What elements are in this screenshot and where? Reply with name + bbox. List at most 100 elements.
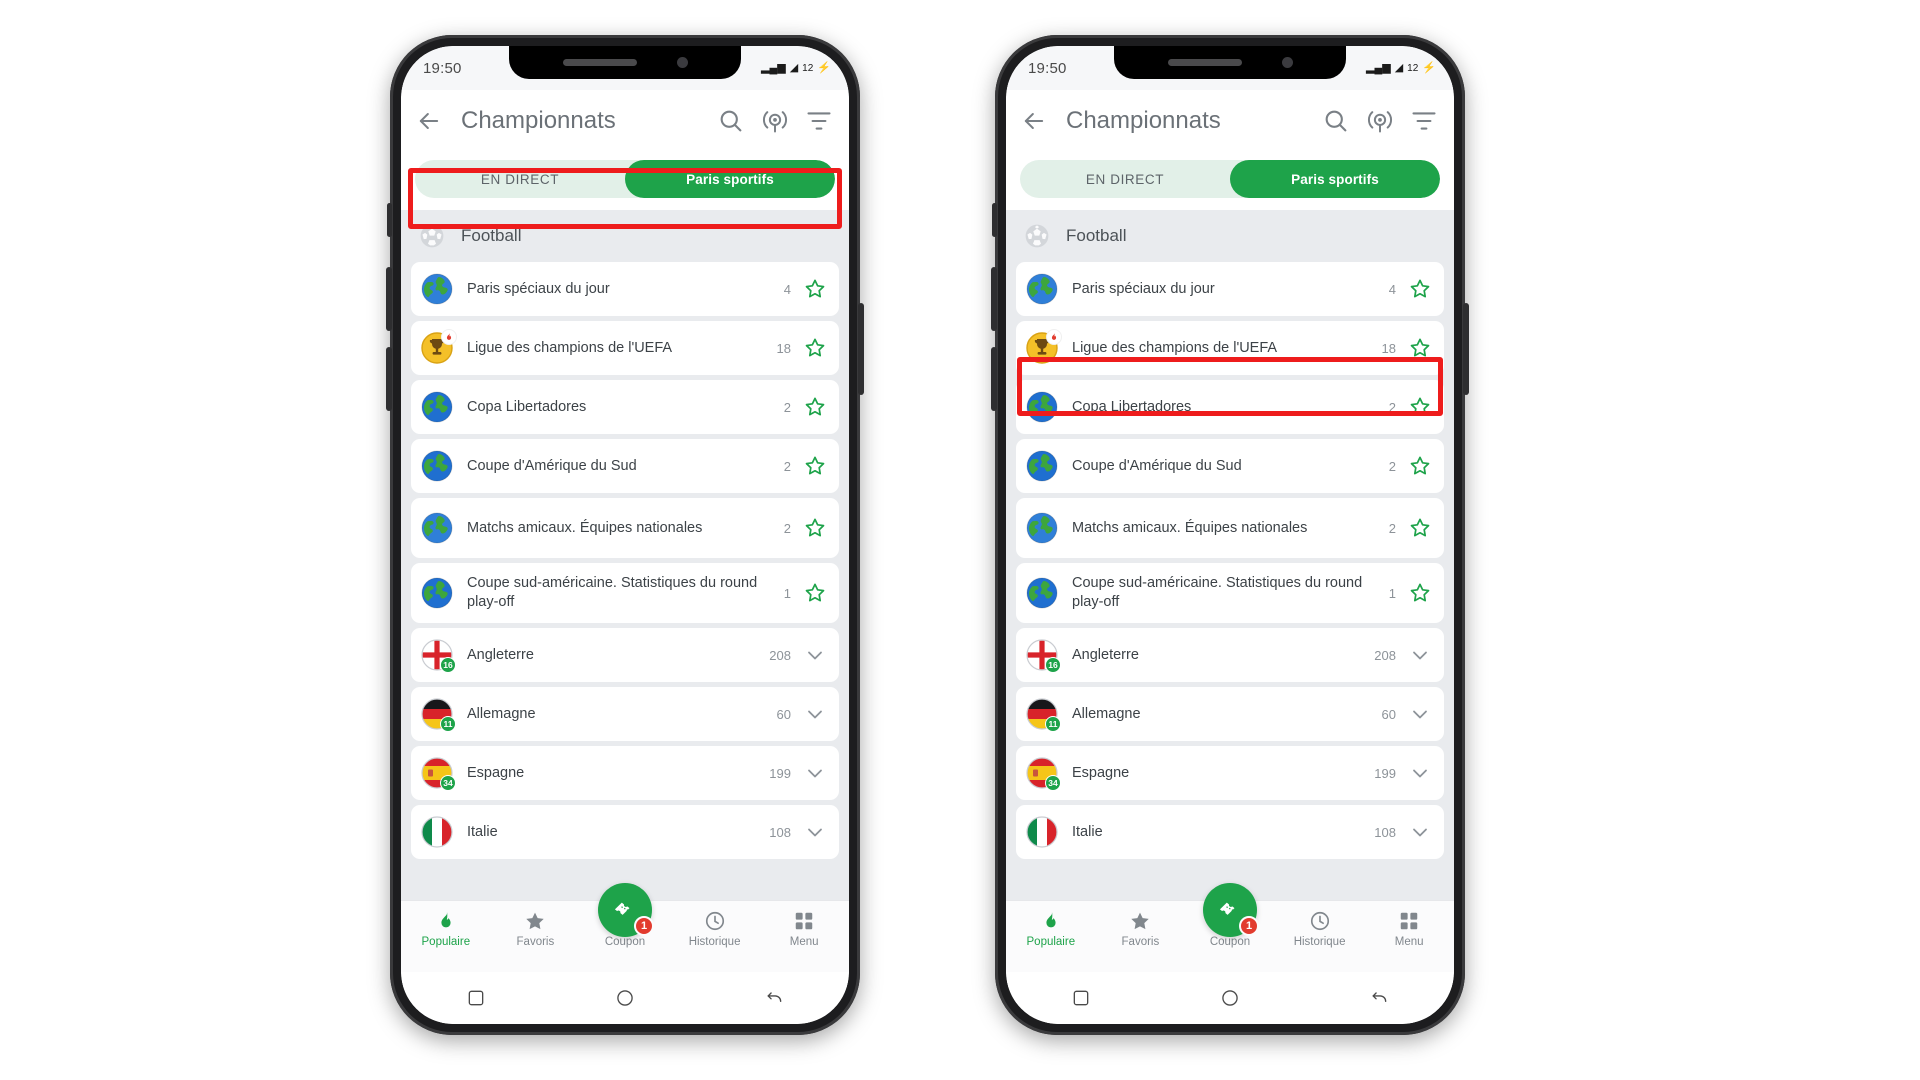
globe-icon <box>1026 512 1058 544</box>
league-row[interactable]: 11 Allemagne 60 <box>1016 687 1444 741</box>
league-row[interactable]: Matchs amicaux. Équipes nationales 2 <box>411 498 839 558</box>
league-row[interactable]: Matchs amicaux. Équipes nationales 2 <box>1016 498 1444 558</box>
nav-item-favoris[interactable]: Favoris <box>491 910 581 948</box>
chevron-down-icon[interactable] <box>803 643 827 667</box>
league-row[interactable]: 34 Espagne 199 <box>411 746 839 800</box>
mute-switch[interactable] <box>387 203 392 237</box>
android-system-bar[interactable] <box>1006 972 1454 1024</box>
star-icon[interactable] <box>803 336 827 360</box>
nav-item-menu[interactable]: Menu <box>759 910 849 948</box>
sport-header-label: Football <box>1066 226 1127 245</box>
power-button[interactable] <box>1463 303 1469 395</box>
arrow-left-icon[interactable] <box>1020 107 1048 135</box>
android-home-button[interactable] <box>615 988 635 1008</box>
star-icon[interactable] <box>803 277 827 301</box>
league-row[interactable]: Paris spéciaux du jour 4 <box>411 262 839 316</box>
league-row[interactable]: Ligue des champions de l'UEFA 18 <box>411 321 839 375</box>
battery-percent: 12 <box>1407 62 1419 74</box>
bottom-navigation-right[interactable]: Populaire Favoris Coupon Historique Menu 1 <box>1006 883 1454 972</box>
android-back-button[interactable] <box>764 988 784 1008</box>
nav-item-menu[interactable]: Menu <box>1364 910 1454 948</box>
tab-paris-sportifs[interactable]: Paris sportifs <box>625 160 835 198</box>
sport-header-football[interactable]: Football <box>401 210 849 262</box>
power-button[interactable] <box>858 303 864 395</box>
search-icon[interactable] <box>1322 107 1350 135</box>
chevron-down-icon[interactable] <box>803 761 827 785</box>
tab-paris-sportifs[interactable]: Paris sportifs <box>1230 160 1440 198</box>
league-row[interactable]: Coupe d'Amérique du Sud 2 <box>411 439 839 493</box>
chevron-down-icon[interactable] <box>803 820 827 844</box>
sport-header-football[interactable]: Football <box>1006 210 1454 262</box>
tab-en-direct[interactable]: EN DIRECT <box>415 160 625 198</box>
tab-en-direct[interactable]: EN DIRECT <box>1020 160 1230 198</box>
chevron-down-icon[interactable] <box>1408 702 1432 726</box>
nav-item-label: Populaire <box>1026 936 1076 948</box>
volume-up-button[interactable] <box>991 267 997 331</box>
star-icon[interactable] <box>803 454 827 478</box>
league-row-count: 208 <box>1374 647 1396 663</box>
league-row[interactable]: Coupe sud-américaine. Statistiques du ro… <box>411 563 839 623</box>
league-row[interactable]: 34 Espagne 199 <box>1016 746 1444 800</box>
league-row[interactable]: Coupe sud-américaine. Statistiques du ro… <box>1016 563 1444 623</box>
chevron-down-icon[interactable] <box>1408 820 1432 844</box>
league-row[interactable]: 11 Allemagne 60 <box>411 687 839 741</box>
broadcast-icon[interactable] <box>1366 107 1394 135</box>
league-row[interactable]: Ligue des champions de l'UEFA 18 <box>1016 321 1444 375</box>
nav-item-label: Historique <box>688 936 741 948</box>
chevron-down-icon[interactable] <box>1408 643 1432 667</box>
nav-item-historique[interactable]: Historique <box>670 910 760 948</box>
league-list-right[interactable]: Paris spéciaux du jour 4 Ligue des champio… <box>1006 262 1454 900</box>
league-row[interactable]: Italie 108 <box>411 805 839 859</box>
nav-item-historique[interactable]: Historique <box>1275 910 1365 948</box>
nav-item-populaire[interactable]: Populaire <box>401 910 491 948</box>
chevron-down-icon[interactable] <box>1408 761 1432 785</box>
android-back-button[interactable] <box>1369 988 1389 1008</box>
league-row[interactable]: Italie 108 <box>1016 805 1444 859</box>
league-row[interactable]: Copa Libertadores 2 <box>1016 380 1444 434</box>
nav-item-favoris[interactable]: Favoris <box>1096 910 1186 948</box>
segmented-control[interactable]: EN DIRECT Paris sportifs <box>415 160 835 198</box>
segmented-control[interactable]: EN DIRECT Paris sportifs <box>1020 160 1440 198</box>
volume-up-button[interactable] <box>386 267 392 331</box>
league-row[interactable]: 16 Angleterre 208 <box>411 628 839 682</box>
android-recents-button[interactable] <box>1071 988 1091 1008</box>
league-list-left[interactable]: Paris spéciaux du jour 4 Ligue des champio… <box>401 262 849 900</box>
filter-icon[interactable] <box>805 107 833 135</box>
coupon-fab-button[interactable]: 1 <box>1203 883 1259 937</box>
search-icon[interactable] <box>717 107 745 135</box>
android-system-bar[interactable] <box>401 972 849 1024</box>
charging-icon: ⚡ <box>1422 61 1436 74</box>
nav-item-populaire[interactable]: Populaire <box>1006 910 1096 948</box>
star-icon[interactable] <box>1408 277 1432 301</box>
bottom-navigation-left[interactable]: Populaire Favoris Coupon Historique Menu 1 <box>401 883 849 972</box>
volume-down-button[interactable] <box>991 347 997 411</box>
coupon-fab-button[interactable]: 1 <box>598 883 654 937</box>
volume-down-button[interactable] <box>386 347 392 411</box>
star-icon[interactable] <box>1408 516 1432 540</box>
star-icon[interactable] <box>803 581 827 605</box>
star-icon[interactable] <box>1408 581 1432 605</box>
league-row-label: Paris spéciaux du jour <box>1072 280 1215 297</box>
android-recents-button[interactable] <box>466 988 486 1008</box>
league-row[interactable]: Coupe d'Amérique du Sud 2 <box>1016 439 1444 493</box>
league-row[interactable]: Paris spéciaux du jour 4 <box>1016 262 1444 316</box>
nav-item-label: Historique <box>1293 936 1346 948</box>
star-icon[interactable] <box>1408 336 1432 360</box>
filter-icon[interactable] <box>1410 107 1438 135</box>
star-icon[interactable] <box>803 395 827 419</box>
chevron-down-icon[interactable] <box>803 702 827 726</box>
trophy-icon <box>421 329 457 364</box>
android-home-button[interactable] <box>1220 988 1240 1008</box>
league-row-count: 4 <box>1388 281 1396 297</box>
star-icon[interactable] <box>1408 395 1432 419</box>
star-icon[interactable] <box>803 516 827 540</box>
mute-switch[interactable] <box>992 203 997 237</box>
arrow-left-icon[interactable] <box>415 107 443 135</box>
league-row[interactable]: 16 Angleterre 208 <box>1016 628 1444 682</box>
clock-icon <box>1309 910 1331 932</box>
broadcast-icon[interactable] <box>761 107 789 135</box>
star-icon[interactable] <box>1408 454 1432 478</box>
page-title: Championnats <box>461 107 616 134</box>
league-row-label: Coupe d'Amérique du Sud <box>467 457 637 474</box>
league-row[interactable]: Copa Libertadores 2 <box>411 380 839 434</box>
